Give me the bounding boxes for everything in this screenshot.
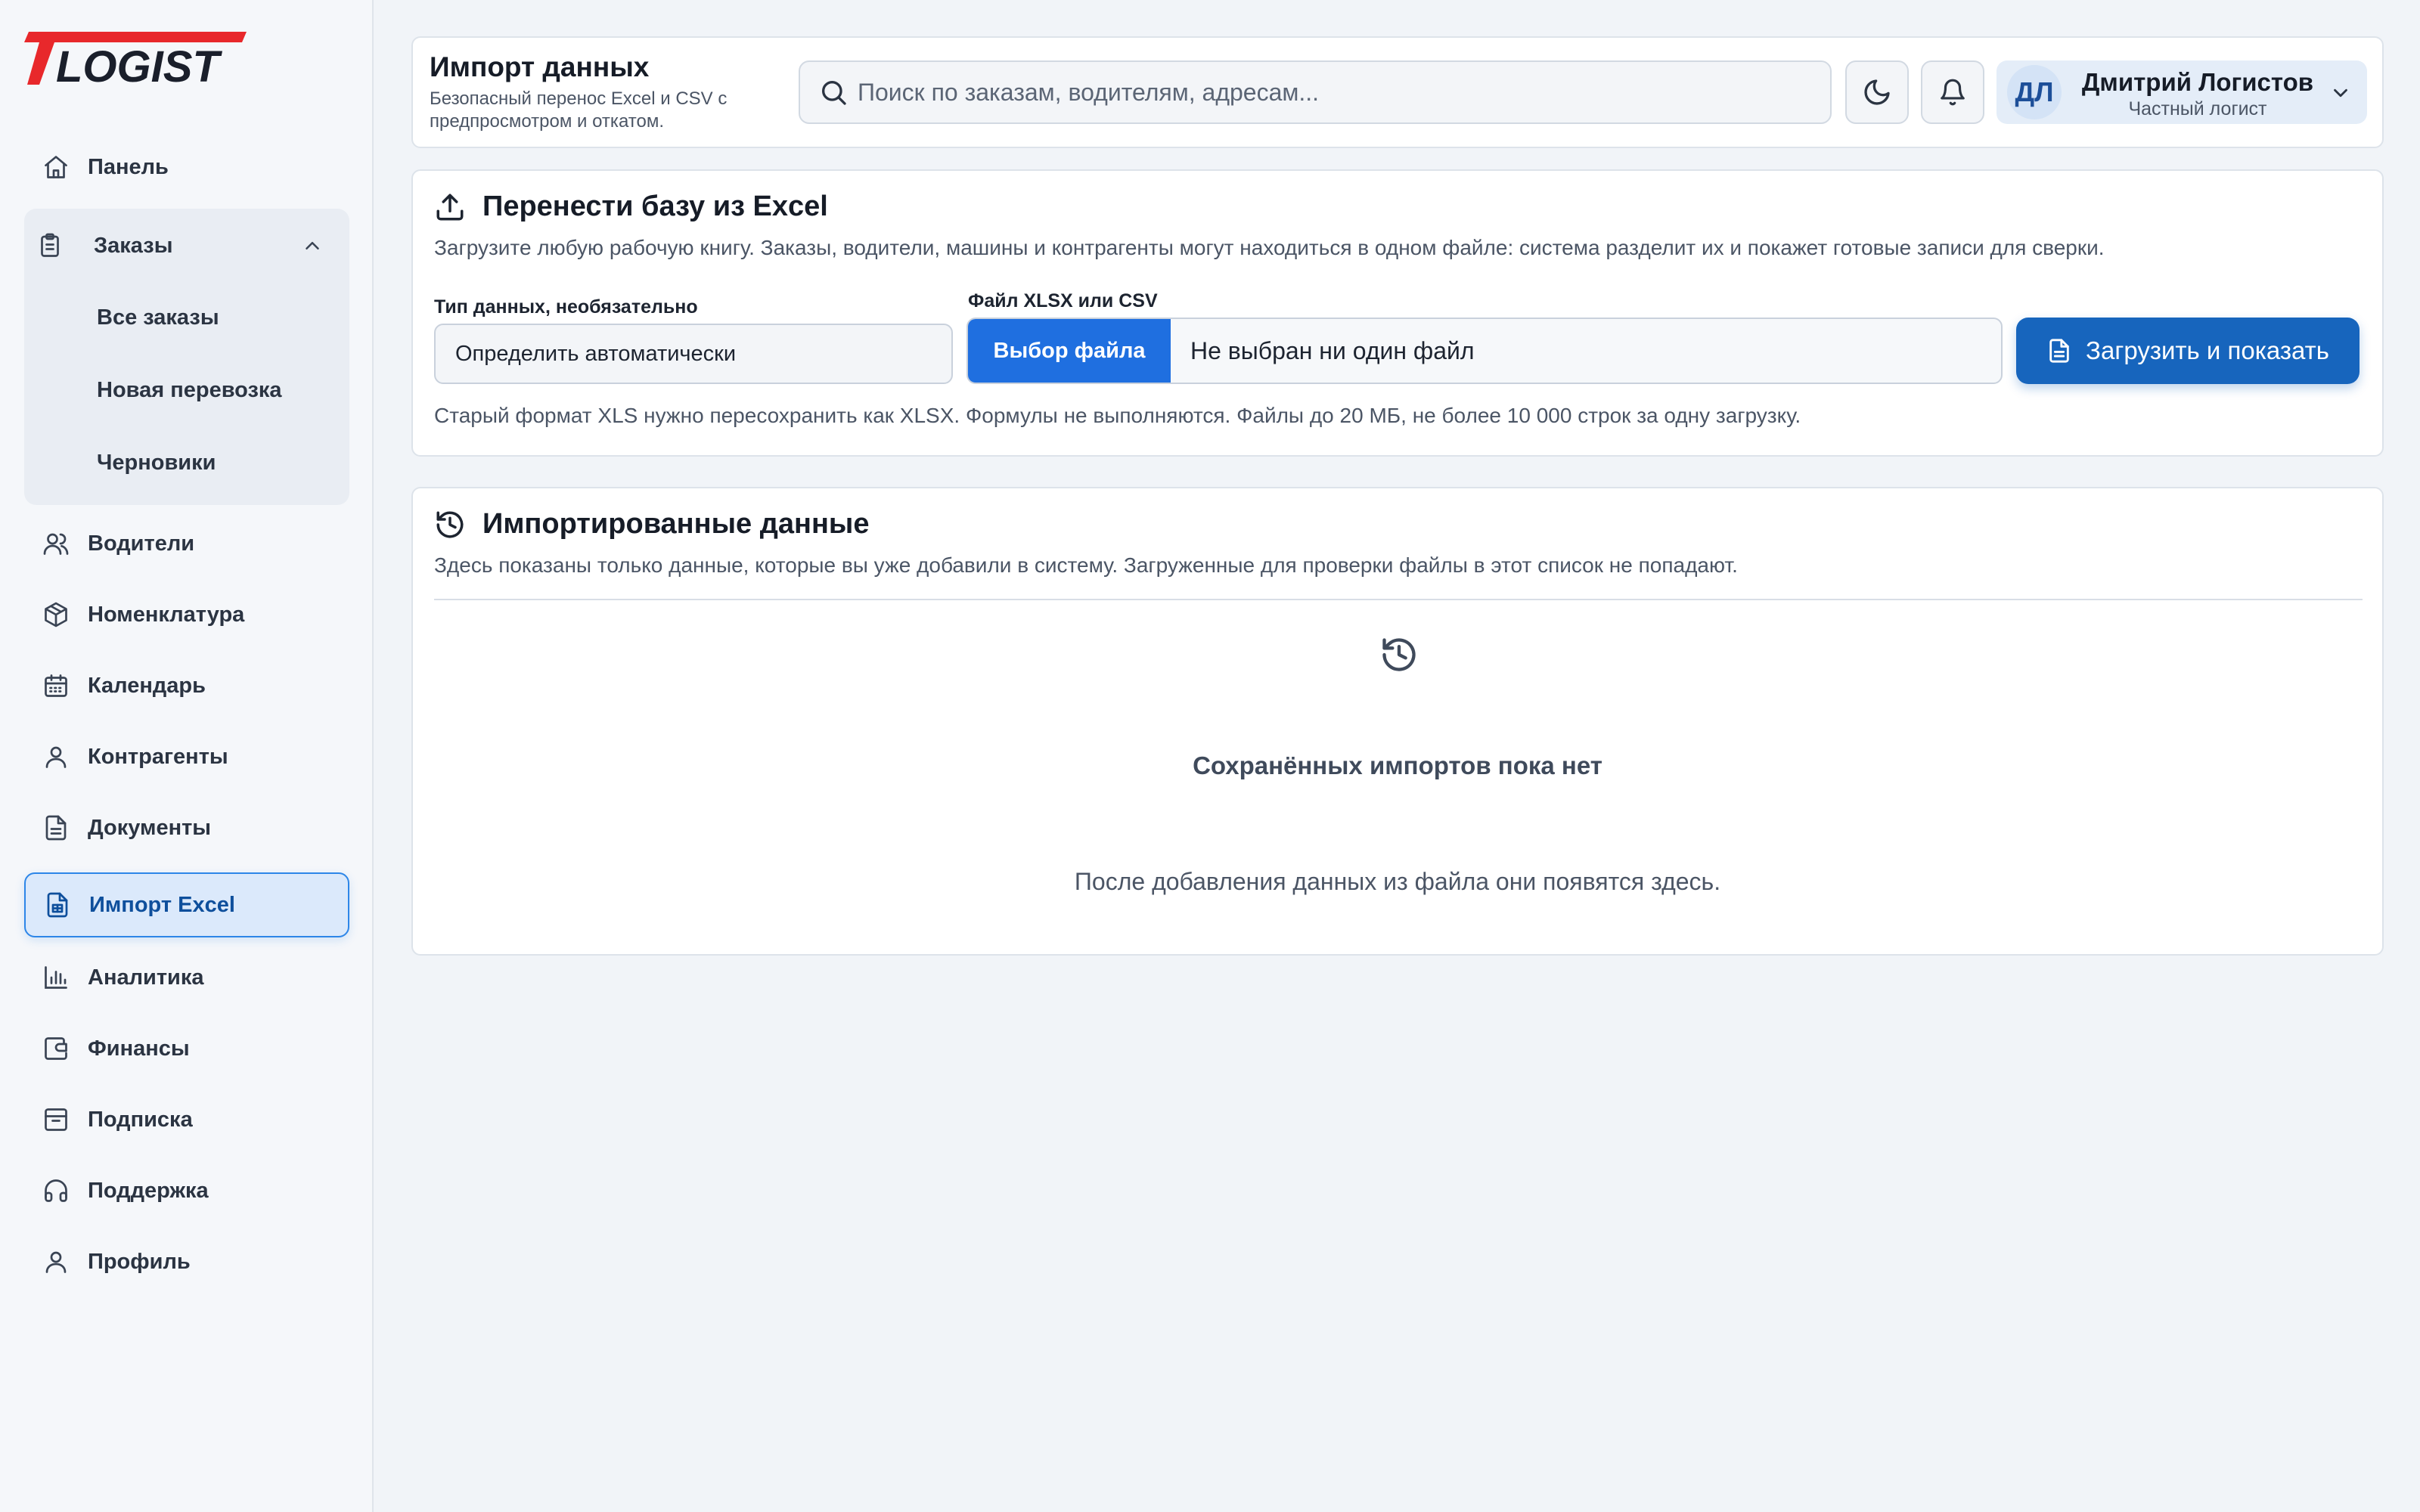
search-icon	[818, 77, 849, 107]
chevron-down-icon	[2329, 82, 2352, 104]
sidebar-item-import-excel[interactable]: Импорт Excel	[24, 872, 349, 937]
theme-toggle-button[interactable]	[1845, 60, 1909, 124]
spreadsheet-icon	[41, 888, 74, 922]
sidebar-item-analytics[interactable]: Аналитика	[24, 945, 349, 1010]
page-subtitle: Безопасный перенос Excel и CSV с предпро…	[430, 88, 728, 132]
sidebar: LOGIST Панель Заказы Все заказы Новая пе…	[0, 0, 374, 1512]
sidebar-subitem-all-orders[interactable]: Все заказы	[97, 305, 219, 330]
sidebar-item-label: Аналитика	[88, 965, 204, 990]
moon-icon	[1862, 77, 1892, 107]
sidebar-item-dashboard[interactable]: Панель	[24, 135, 349, 200]
upload-preview-label: Загрузить и показать	[2086, 336, 2329, 364]
import-card: Перенести базу из Excel Загрузите любую …	[411, 169, 2384, 457]
import-card-description: Загрузите любую рабочую книгу. Заказы, в…	[434, 236, 2105, 259]
sidebar-item-orders[interactable]: Заказы	[24, 213, 349, 278]
notifications-button[interactable]	[1921, 60, 1984, 124]
sidebar-item-drivers[interactable]: Водители	[24, 511, 349, 576]
calendar-icon	[39, 669, 73, 702]
sidebar-item-calendar[interactable]: Календарь	[24, 653, 349, 718]
wallet-icon	[39, 1032, 73, 1065]
sidebar-item-label: Календарь	[88, 673, 206, 698]
file-input[interactable]: Выбор файла Не выбран ни один файл	[966, 318, 2003, 384]
package-icon	[39, 598, 73, 631]
sidebar-item-label: Профиль	[88, 1249, 191, 1274]
sidebar-item-label: Финансы	[88, 1036, 190, 1061]
user-icon	[39, 1245, 73, 1278]
logo[interactable]: LOGIST	[23, 27, 250, 88]
sidebar-item-profile[interactable]: Профиль	[24, 1229, 349, 1294]
history-icon	[434, 509, 466, 541]
sidebar-item-label: Импорт Excel	[89, 892, 235, 917]
file-label: Файл XLSX или CSV	[968, 290, 1158, 311]
top-header: Импорт данных Безопасный перенос Excel и…	[411, 36, 2384, 148]
sidebar-item-label: Поддержка	[88, 1178, 209, 1203]
choose-file-button[interactable]: Выбор файла	[968, 319, 1171, 383]
bar-chart-icon	[39, 961, 73, 994]
history-icon	[1379, 635, 1419, 674]
sidebar-item-label: Документы	[88, 815, 212, 840]
headphones-icon	[39, 1174, 73, 1207]
data-type-select[interactable]: Определить автоматически	[434, 324, 953, 384]
sidebar-item-nomenclature[interactable]: Номенклатура	[24, 582, 349, 647]
svg-text:LOGIST: LOGIST	[56, 42, 222, 88]
empty-state-title: Сохранённых импортов пока нет	[1193, 751, 1602, 779]
user-name: Дмитрий Логистов	[2081, 68, 2314, 96]
clipboard-icon	[33, 229, 67, 262]
empty-state-text: После добавления данных из файла они поя…	[1074, 868, 1721, 895]
user-icon	[39, 740, 73, 773]
upload-preview-button[interactable]: Загрузить и показать	[2016, 318, 2360, 384]
sidebar-item-support[interactable]: Поддержка	[24, 1158, 349, 1223]
sidebar-item-label: Подписка	[88, 1107, 193, 1132]
avatar: ДЛ	[2007, 65, 2062, 119]
data-type-label: Тип данных, необязательно	[434, 296, 698, 318]
sidebar-item-documents[interactable]: Документы	[24, 795, 349, 860]
sidebar-subitem-drafts[interactable]: Черновики	[97, 451, 216, 476]
sidebar-item-label: Заказы	[94, 233, 173, 258]
users-icon	[39, 527, 73, 560]
sidebar-item-label: Панель	[88, 154, 169, 179]
sidebar-item-counterparties[interactable]: Контрагенты	[24, 724, 349, 789]
import-card-title-text: Перенести базу из Excel	[482, 191, 828, 222]
imported-card-title: Импортированные данные	[434, 508, 869, 541]
sidebar-item-label: Водители	[88, 531, 195, 556]
user-menu[interactable]: ДЛ Дмитрий Логистов Частный логист	[1996, 60, 2367, 124]
imported-data-card: Импортированные данные Здесь показаны то…	[411, 487, 2384, 956]
sidebar-subitem-new-shipment[interactable]: Новая перевозка	[97, 378, 282, 403]
bell-icon	[1938, 78, 1967, 107]
import-card-title: Перенести базу из Excel	[434, 191, 828, 223]
divider	[434, 599, 2363, 600]
imported-card-description: Здесь показаны только данные, которые вы…	[434, 553, 1738, 577]
page-title: Импорт данных	[430, 51, 650, 82]
document-icon	[2046, 338, 2072, 364]
file-status: Не выбран ни один файл	[1190, 336, 1475, 364]
document-icon	[39, 811, 73, 844]
sidebar-item-label: Номенклатура	[88, 602, 245, 627]
sidebar-item-finance[interactable]: Финансы	[24, 1016, 349, 1081]
search-box	[799, 60, 1832, 124]
sidebar-item-subscription[interactable]: Подписка	[24, 1087, 349, 1152]
upload-icon	[434, 191, 466, 223]
archive-icon	[39, 1103, 73, 1136]
home-icon	[39, 150, 73, 184]
import-hint: Старый формат XLS нужно пересохранить ка…	[434, 404, 1801, 427]
search-input[interactable]	[858, 62, 1810, 122]
imported-card-title-text: Импортированные данные	[482, 508, 870, 540]
chevron-up-icon[interactable]	[301, 234, 324, 257]
sidebar-item-label: Контрагенты	[88, 744, 228, 769]
user-role: Частный логист	[2128, 98, 2267, 119]
